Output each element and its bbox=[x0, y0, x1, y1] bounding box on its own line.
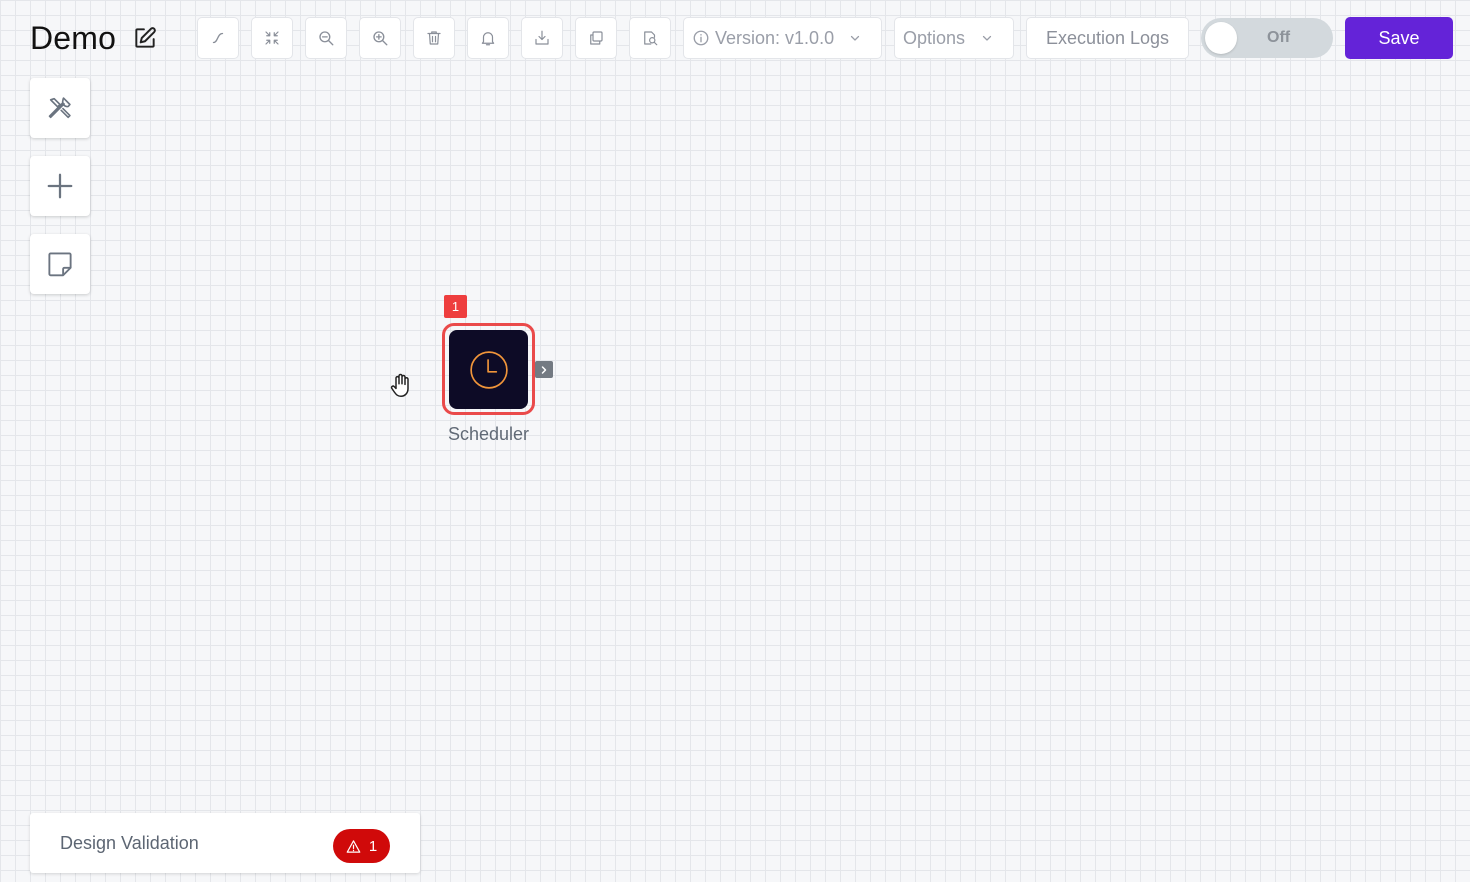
add-node-button[interactable] bbox=[30, 156, 90, 216]
download-button[interactable] bbox=[521, 17, 563, 59]
node-output-port[interactable] bbox=[535, 361, 553, 378]
execution-logs-button[interactable]: Execution Logs bbox=[1026, 17, 1189, 59]
chevron-down-icon bbox=[982, 35, 992, 41]
validation-error-count: 1 bbox=[368, 837, 378, 855]
scheduler-node-body[interactable] bbox=[449, 330, 528, 409]
edit-title-icon[interactable] bbox=[132, 25, 158, 51]
active-toggle[interactable]: Off bbox=[1201, 18, 1333, 58]
zoom-in-icon bbox=[373, 31, 388, 46]
plus-icon bbox=[47, 173, 73, 199]
version-select[interactable]: Version: v1.0.0 bbox=[683, 17, 882, 59]
preview-icon bbox=[644, 31, 658, 46]
fit-screen-icon bbox=[265, 31, 279, 45]
delete-icon bbox=[427, 31, 441, 45]
validation-error-badge[interactable]: 1 bbox=[333, 829, 390, 863]
duplicate-icon bbox=[590, 31, 603, 45]
page-title: Demo bbox=[30, 20, 117, 56]
save-button[interactable]: Save bbox=[1345, 17, 1453, 59]
download-icon bbox=[535, 30, 549, 45]
design-validation-panel[interactable]: Design Validation 1 bbox=[30, 813, 420, 873]
sticky-note-icon bbox=[48, 252, 72, 277]
clock-icon bbox=[469, 350, 508, 389]
node-label: Scheduler bbox=[447, 424, 530, 444]
notifications-icon bbox=[481, 32, 495, 46]
toggle-knob bbox=[1205, 22, 1237, 54]
node-error-badge: 1 bbox=[444, 295, 467, 318]
info-icon bbox=[693, 30, 709, 46]
notifications-button[interactable] bbox=[467, 17, 509, 59]
zoom-in-button[interactable] bbox=[359, 17, 401, 59]
delete-button[interactable] bbox=[413, 17, 455, 59]
warning-icon bbox=[346, 839, 361, 853]
zoom-out-button[interactable] bbox=[305, 17, 347, 59]
sticky-note-button[interactable] bbox=[30, 234, 90, 294]
options-label: Options bbox=[903, 27, 966, 48]
hand-cursor-icon bbox=[390, 373, 409, 397]
preview-button[interactable] bbox=[629, 17, 671, 59]
zoom-out-icon bbox=[319, 31, 334, 46]
connect-line-icon bbox=[212, 32, 224, 44]
duplicate-button[interactable] bbox=[575, 17, 617, 59]
toggle-label: Off bbox=[1267, 29, 1291, 46]
tools-icon bbox=[48, 97, 71, 119]
chevron-down-icon bbox=[850, 35, 860, 41]
fit-screen-button[interactable] bbox=[251, 17, 293, 59]
design-validation-title: Design Validation bbox=[60, 833, 199, 853]
options-select[interactable]: Options bbox=[894, 17, 1014, 59]
version-label: Version: v1.0.0 bbox=[715, 27, 835, 48]
connect-line-button[interactable] bbox=[197, 17, 239, 59]
tools-button[interactable] bbox=[30, 78, 90, 138]
chevron-right-icon bbox=[541, 365, 547, 374]
